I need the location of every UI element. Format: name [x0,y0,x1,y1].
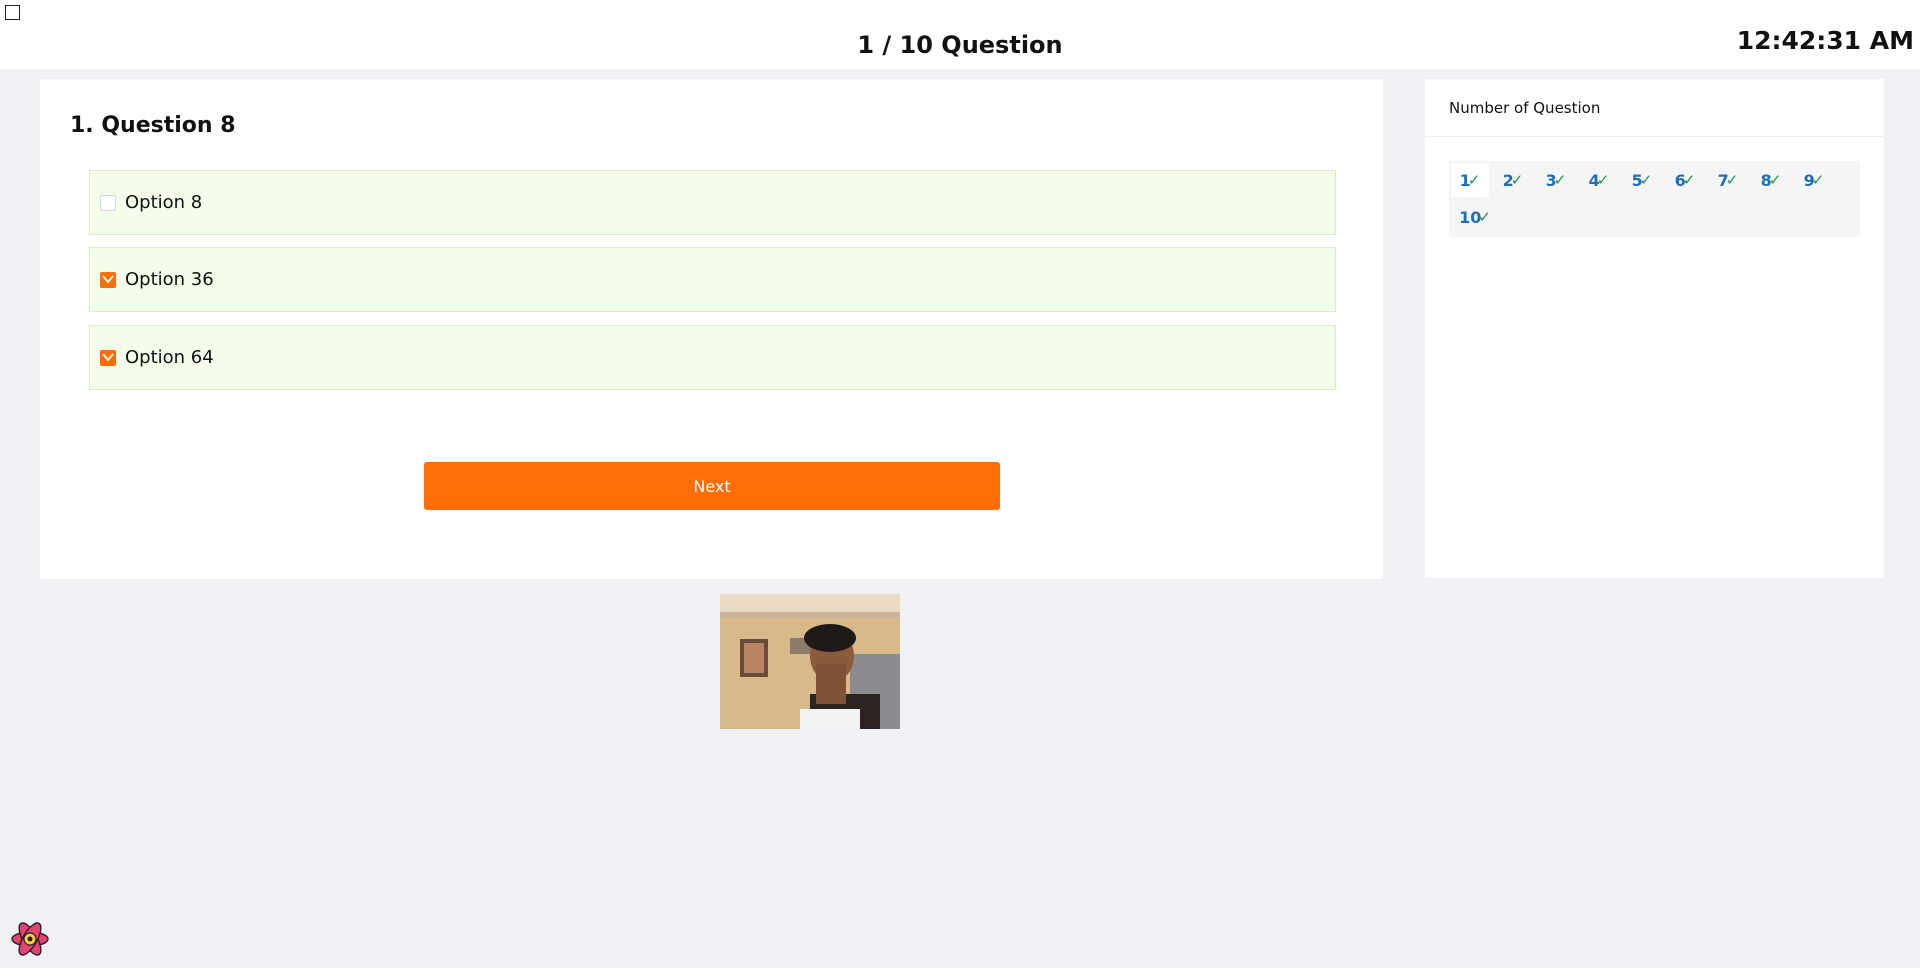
question-number-3[interactable]: 3 ✓ [1537,163,1575,197]
question-card: 1. Question 8 Option 8 Option 36 Option … [40,79,1383,579]
question-number-10[interactable]: 10 ✓ [1451,200,1499,234]
option-checkbox[interactable] [100,271,116,288]
clock: 12:42:31 AM [1736,26,1914,55]
option-label: Option 36 [125,269,214,290]
webcam-preview [720,594,900,729]
check-icon: ✓ [1639,171,1653,189]
question-number-1[interactable]: 1 ✓ [1451,163,1489,197]
checkmark-icon [102,352,114,361]
top-bar: 1 / 10 Question 12:42:31 AM [0,0,1920,69]
option-checkbox[interactable] [100,194,116,211]
navigator-title: Number of Question [1425,79,1884,137]
check-icon: ✓ [1811,171,1825,189]
check-icon: ✓ [1510,171,1524,189]
option-3[interactable]: Option 64 [89,325,1336,390]
checkmark-icon [102,274,114,283]
question-number-2[interactable]: 2 ✓ [1494,163,1532,197]
question-navigator: Number of Question 1 ✓ 2 ✓ 3 ✓ 4 ✓ 5 ✓ 6 ✓ 7 ✓ … [1425,79,1884,578]
next-button[interactable]: Next [424,462,1000,510]
check-icon: ✓ [1768,171,1782,189]
option-label: Option 64 [125,347,214,368]
webcam-image [720,594,900,729]
option-checkbox[interactable] [100,349,116,366]
option-label: Option 8 [125,192,203,213]
checkbox-icon[interactable] [5,5,20,20]
question-number-5[interactable]: 5 ✓ [1623,163,1661,197]
question-number-6[interactable]: 6 ✓ [1666,163,1704,197]
react-logo-icon[interactable] [9,918,51,960]
check-icon: ✓ [1596,171,1610,189]
question-number-9[interactable]: 9 ✓ [1795,163,1833,197]
question-number-grid: 1 ✓ 2 ✓ 3 ✓ 4 ✓ 5 ✓ 6 ✓ 7 ✓ 8 ✓ 9 ✓ 10 ✓ [1449,161,1860,237]
option-2[interactable]: Option 36 [89,247,1336,312]
question-progress-title: 1 / 10 Question [857,31,1063,59]
question-title: 1. Question 8 [70,113,236,138]
question-number-8[interactable]: 8 ✓ [1752,163,1790,197]
question-number-7[interactable]: 7 ✓ [1709,163,1747,197]
check-icon: ✓ [1725,171,1739,189]
check-icon: ✓ [1478,208,1491,226]
option-1[interactable]: Option 8 [89,170,1336,235]
check-icon: ✓ [1467,171,1481,189]
check-icon: ✓ [1682,171,1696,189]
question-number-4[interactable]: 4 ✓ [1580,163,1618,197]
check-icon: ✓ [1553,171,1567,189]
